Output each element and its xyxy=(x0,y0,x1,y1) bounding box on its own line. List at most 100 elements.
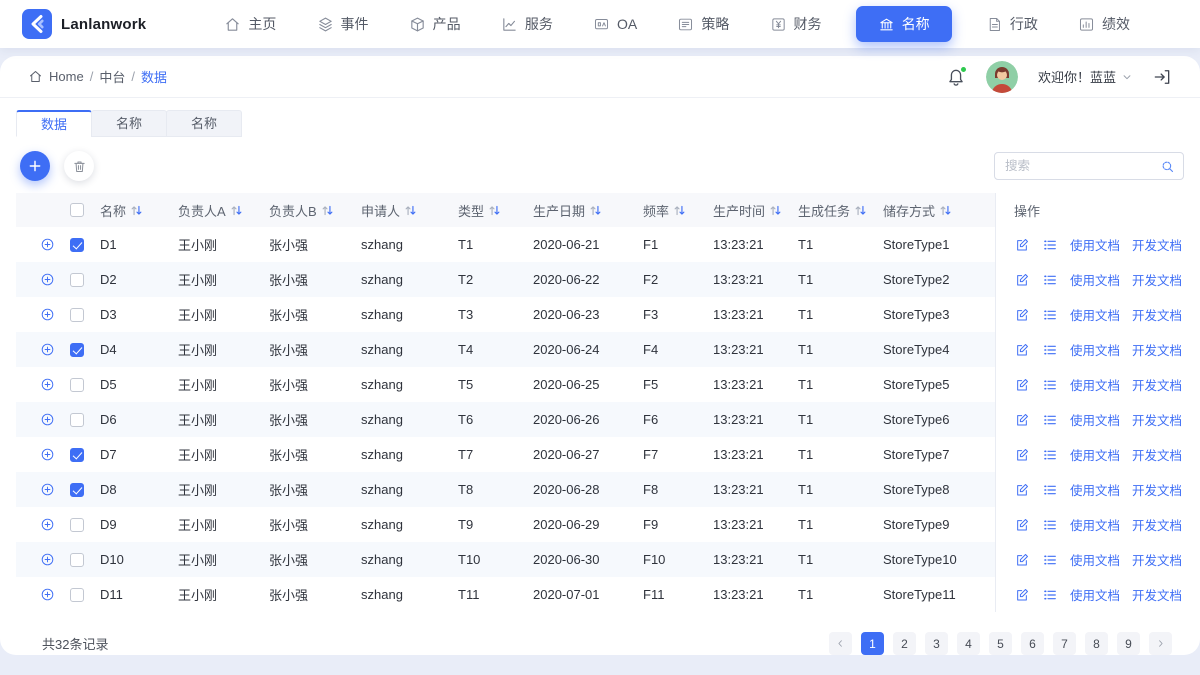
column-header-prod_time[interactable]: 生产时间 xyxy=(713,201,798,220)
usage-doc-link[interactable]: 使用文档 xyxy=(1070,445,1120,464)
expand-row-icon[interactable] xyxy=(40,552,55,567)
row-checkbox[interactable] xyxy=(70,342,84,357)
sort-icon[interactable] xyxy=(769,204,782,217)
row-checkbox[interactable] xyxy=(70,552,84,567)
edit-icon[interactable] xyxy=(1014,552,1030,568)
usage-doc-link[interactable]: 使用文档 xyxy=(1070,340,1120,359)
breadcrumb-item-0[interactable]: Home xyxy=(49,69,84,84)
sort-icon[interactable] xyxy=(130,204,143,217)
page-3[interactable]: 3 xyxy=(925,632,948,655)
column-header-owner_b[interactable]: 负责人B xyxy=(269,201,361,220)
usage-doc-link[interactable]: 使用文档 xyxy=(1070,375,1120,394)
nav-item-3[interactable]: 服务 xyxy=(495,7,559,41)
edit-icon[interactable] xyxy=(1014,307,1030,323)
page-2[interactable]: 2 xyxy=(893,632,916,655)
row-checkbox[interactable] xyxy=(70,587,84,602)
column-header-task[interactable]: 生成任务 xyxy=(798,201,883,220)
expand-row-icon[interactable] xyxy=(40,517,55,532)
usage-doc-link[interactable]: 使用文档 xyxy=(1070,480,1120,499)
nav-item-2[interactable]: 产品 xyxy=(403,7,467,41)
sort-icon[interactable] xyxy=(854,204,867,217)
list-detail-icon[interactable] xyxy=(1042,412,1058,428)
expand-row-icon[interactable] xyxy=(40,377,55,392)
column-header-applicant[interactable]: 申请人 xyxy=(361,201,458,220)
nav-item-5[interactable]: 策略 xyxy=(671,7,735,41)
dev-doc-link[interactable]: 开发文档 xyxy=(1132,410,1182,429)
edit-icon[interactable] xyxy=(1014,377,1030,393)
page-8[interactable]: 8 xyxy=(1085,632,1108,655)
search-icon[interactable] xyxy=(1160,159,1175,174)
expand-row-icon[interactable] xyxy=(40,587,55,602)
edit-icon[interactable] xyxy=(1014,272,1030,288)
tab-0[interactable]: 数据 xyxy=(16,110,93,137)
list-detail-icon[interactable] xyxy=(1042,272,1058,288)
list-detail-icon[interactable] xyxy=(1042,482,1058,498)
dev-doc-link[interactable]: 开发文档 xyxy=(1132,550,1182,569)
sort-icon[interactable] xyxy=(230,204,243,217)
dev-doc-link[interactable]: 开发文档 xyxy=(1132,480,1182,499)
dev-doc-link[interactable]: 开发文档 xyxy=(1132,375,1182,394)
edit-icon[interactable] xyxy=(1014,447,1030,463)
select-all-checkbox[interactable] xyxy=(70,203,84,217)
breadcrumb-item-1[interactable]: 中台 xyxy=(99,67,125,86)
breadcrumb-item-2[interactable]: 数据 xyxy=(141,67,167,86)
column-header-store[interactable]: 储存方式 xyxy=(883,201,995,220)
sort-icon[interactable] xyxy=(673,204,686,217)
sort-icon[interactable] xyxy=(589,204,602,217)
edit-icon[interactable] xyxy=(1014,587,1030,603)
nav-item-1[interactable]: 事件 xyxy=(311,7,375,41)
page-1[interactable]: 1 xyxy=(861,632,884,655)
dev-doc-link[interactable]: 开发文档 xyxy=(1132,515,1182,534)
edit-icon[interactable] xyxy=(1014,342,1030,358)
nav-item-9[interactable]: 绩效 xyxy=(1072,7,1136,41)
expand-row-icon[interactable] xyxy=(40,447,55,462)
usage-doc-link[interactable]: 使用文档 xyxy=(1070,585,1120,604)
chevron-right-icon[interactable] xyxy=(1149,632,1172,655)
expand-row-icon[interactable] xyxy=(40,272,55,287)
row-checkbox[interactable] xyxy=(70,412,84,427)
list-detail-icon[interactable] xyxy=(1042,237,1058,253)
usage-doc-link[interactable]: 使用文档 xyxy=(1070,515,1120,534)
expand-row-icon[interactable] xyxy=(40,482,55,497)
usage-doc-link[interactable]: 使用文档 xyxy=(1070,270,1120,289)
delete-button[interactable] xyxy=(64,151,94,181)
usage-doc-link[interactable]: 使用文档 xyxy=(1070,410,1120,429)
sort-icon[interactable] xyxy=(488,204,501,217)
row-checkbox[interactable] xyxy=(70,517,84,532)
row-checkbox[interactable] xyxy=(70,482,84,497)
usage-doc-link[interactable]: 使用文档 xyxy=(1070,550,1120,569)
edit-icon[interactable] xyxy=(1014,237,1030,253)
row-checkbox[interactable] xyxy=(70,307,84,322)
row-checkbox[interactable] xyxy=(70,272,84,287)
logout-icon[interactable] xyxy=(1152,67,1172,87)
notification-bell-icon[interactable] xyxy=(946,65,967,87)
column-header-type[interactable]: 类型 xyxy=(458,201,533,220)
list-detail-icon[interactable] xyxy=(1042,307,1058,323)
user-menu[interactable]: 欢迎你！蓝蓝 xyxy=(1038,67,1132,86)
edit-icon[interactable] xyxy=(1014,412,1030,428)
dev-doc-link[interactable]: 开发文档 xyxy=(1132,305,1182,324)
usage-doc-link[interactable]: 使用文档 xyxy=(1070,305,1120,324)
sort-icon[interactable] xyxy=(321,204,334,217)
list-detail-icon[interactable] xyxy=(1042,342,1058,358)
edit-icon[interactable] xyxy=(1014,482,1030,498)
row-checkbox[interactable] xyxy=(70,447,84,462)
chevron-left-icon[interactable] xyxy=(829,632,852,655)
expand-row-icon[interactable] xyxy=(40,237,55,252)
page-7[interactable]: 7 xyxy=(1053,632,1076,655)
edit-icon[interactable] xyxy=(1014,517,1030,533)
list-detail-icon[interactable] xyxy=(1042,517,1058,533)
column-header-freq[interactable]: 频率 xyxy=(643,201,713,220)
dev-doc-link[interactable]: 开发文档 xyxy=(1132,340,1182,359)
add-button[interactable] xyxy=(20,151,50,181)
nav-item-7[interactable]: 名称 xyxy=(855,6,952,42)
page-5[interactable]: 5 xyxy=(989,632,1012,655)
expand-row-icon[interactable] xyxy=(40,412,55,427)
list-detail-icon[interactable] xyxy=(1042,377,1058,393)
row-checkbox[interactable] xyxy=(70,237,84,252)
nav-item-8[interactable]: 行政 xyxy=(980,7,1044,41)
list-detail-icon[interactable] xyxy=(1042,587,1058,603)
usage-doc-link[interactable]: 使用文档 xyxy=(1070,235,1120,254)
avatar[interactable] xyxy=(985,60,1018,93)
sort-icon[interactable] xyxy=(404,204,417,217)
